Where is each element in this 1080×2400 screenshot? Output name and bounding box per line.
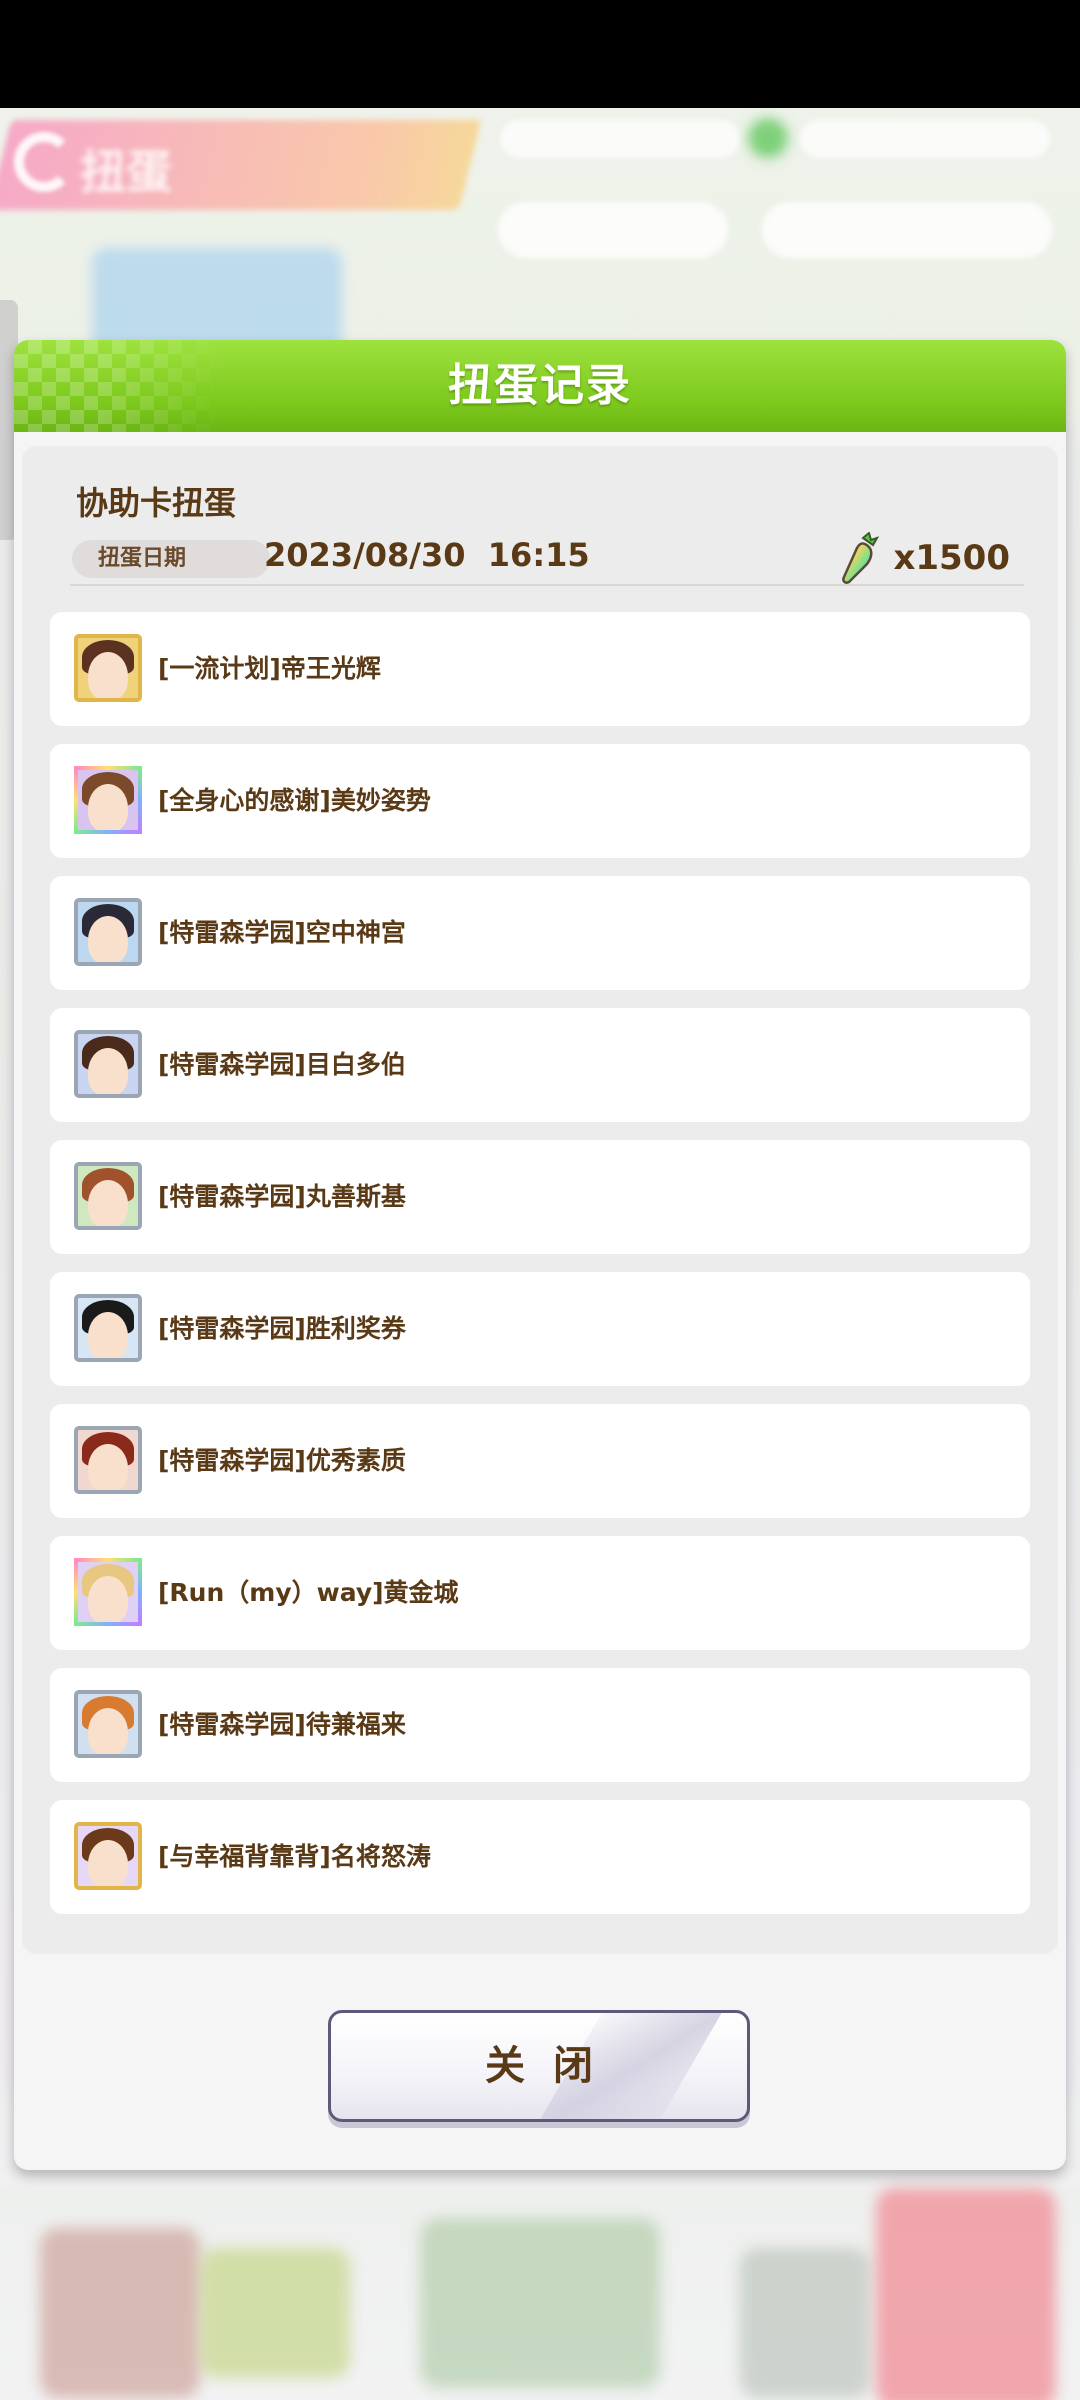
list-item[interactable]: [特雷森学园]待兼福来 (50, 1668, 1030, 1782)
list-item[interactable]: [特雷森学园]目白多伯 (50, 1008, 1030, 1122)
support-card-icon (74, 1690, 142, 1758)
status-bar (0, 0, 1080, 108)
list-item[interactable]: [特雷森学园]胜利奖券 (50, 1272, 1030, 1386)
background-title: 扭蛋 (80, 145, 172, 199)
background-nav-item-2 (200, 2248, 350, 2378)
portrait-face (88, 1840, 128, 1886)
divider (70, 584, 1024, 586)
background-back-icon (14, 132, 74, 192)
background-nav-item-3 (420, 2218, 660, 2388)
support-card-icon (74, 898, 142, 966)
dialog-header: 扭蛋记录 (14, 340, 1066, 432)
background-nav-item-4 (740, 2248, 870, 2398)
date-value: 2023/08/30 16:15 (264, 536, 590, 574)
list-item[interactable]: [全身心的感谢]美妙姿势 (50, 744, 1030, 858)
background-nav-item-1 (40, 2228, 200, 2398)
portrait-face (88, 652, 128, 698)
list-item-label: [与幸福背靠背]名将怒涛 (158, 1842, 431, 1871)
list-item-label: [全身心的感谢]美妙姿势 (158, 786, 431, 815)
portrait-face (88, 1708, 128, 1754)
dialog-title: 扭蛋记录 (448, 360, 632, 411)
list-item[interactable]: [一流计划]帝王光辉 (50, 612, 1030, 726)
list-item-label: [特雷森学园]空中神宫 (158, 918, 406, 947)
portrait-face (88, 1576, 128, 1622)
background-pill-1 (498, 202, 728, 258)
list-item[interactable]: [特雷森学园]空中神宫 (50, 876, 1030, 990)
close-button-label: 关闭 (485, 2043, 621, 2089)
list-item-label: [特雷森学园]目白多伯 (158, 1050, 406, 1079)
portrait-face (88, 1048, 128, 1094)
background-pill-2 (762, 202, 1052, 258)
list-item[interactable]: [Run（my）way]黄金城 (50, 1536, 1030, 1650)
list-item-label: [特雷森学园]胜利奖券 (158, 1314, 406, 1343)
gacha-history-dialog: 扭蛋记录 协助卡扭蛋 扭蛋日期 2023/08/30 16:15 x1500 [… (14, 340, 1066, 2170)
list-item-label: [特雷森学园]待兼福来 (158, 1710, 406, 1739)
list-item-label: [一流计划]帝王光辉 (158, 654, 381, 683)
background-currency-1 (500, 120, 740, 158)
list-item[interactable]: [特雷森学园]丸善斯基 (50, 1140, 1030, 1254)
portrait-face (88, 784, 128, 830)
background-plus-icon (748, 118, 788, 158)
list-item-label: [Run（my）way]黄金城 (158, 1578, 459, 1607)
portrait-face (88, 1312, 128, 1358)
support-card-icon (74, 1558, 142, 1626)
support-card-icon (74, 1294, 142, 1362)
cost: x1500 (839, 530, 1010, 586)
section-title: 协助卡扭蛋 (76, 484, 237, 522)
portrait-face (88, 1444, 128, 1490)
background-bottom-nav (0, 2188, 1080, 2400)
background-nav-item-5 (876, 2188, 1056, 2400)
list-item[interactable]: [特雷森学园]优秀素质 (50, 1404, 1030, 1518)
date-label: 扭蛋日期 (72, 540, 270, 578)
list-item-label: [特雷森学园]丸善斯基 (158, 1182, 406, 1211)
portrait-face (88, 1180, 128, 1226)
support-card-icon (74, 766, 142, 834)
support-card-icon (74, 1822, 142, 1890)
portrait-face (88, 916, 128, 962)
support-card-icon (74, 1162, 142, 1230)
cost-value: x1500 (893, 538, 1010, 578)
support-card-icon (74, 1030, 142, 1098)
list-item-label: [特雷森学园]优秀素质 (158, 1446, 406, 1475)
carrot-currency-icon (842, 532, 880, 584)
support-card-icon (74, 634, 142, 702)
close-button[interactable]: 关闭 (328, 2010, 750, 2122)
background-currency-2 (800, 120, 1050, 158)
support-card-icon (74, 1426, 142, 1494)
list-item[interactable]: [与幸福背靠背]名将怒涛 (50, 1800, 1030, 1914)
